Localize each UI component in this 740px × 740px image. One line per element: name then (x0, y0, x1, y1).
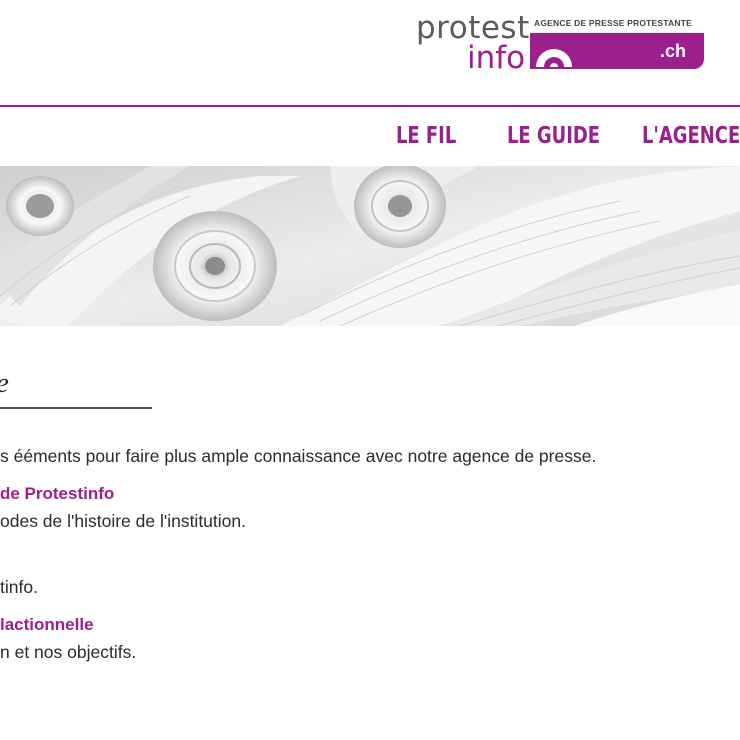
history-description: odes de l'histoire de l'institution. (0, 511, 246, 531)
nav-item-le-fil[interactable]: LE FIL (396, 120, 456, 152)
logo-word-info: info (467, 40, 526, 76)
main-nav: LE FIL LE GUIDE L'AGENCE (0, 120, 740, 154)
logo-tld: .ch (660, 41, 687, 61)
history-link[interactable]: de Protestinfo (0, 483, 114, 505)
logo-tagline: AGENCE DE PRESSE PROTESTANTE (534, 18, 692, 28)
intro-text: s ééments pour faire plus ample connaiss… (0, 446, 597, 466)
protestinfo-logo[interactable]: protest AGENCE DE PRESSE PROTESTANTE inf… (416, 10, 716, 76)
header-divider (0, 105, 740, 107)
editorial-charter-link[interactable]: lactionnelle (0, 614, 94, 636)
rolled-paper-image (0, 166, 740, 326)
title-underline (0, 407, 152, 409)
page-title: e (0, 366, 9, 400)
banner-image (0, 166, 740, 326)
editorial-charter-description: n et nos objectifs. (0, 642, 137, 662)
nav-item-l-agence[interactable]: L'AGENCE (642, 120, 740, 152)
team-description: tinfo. (0, 577, 38, 597)
logo-mark-icon (536, 49, 572, 67)
nav-item-le-guide[interactable]: LE GUIDE (507, 120, 600, 152)
